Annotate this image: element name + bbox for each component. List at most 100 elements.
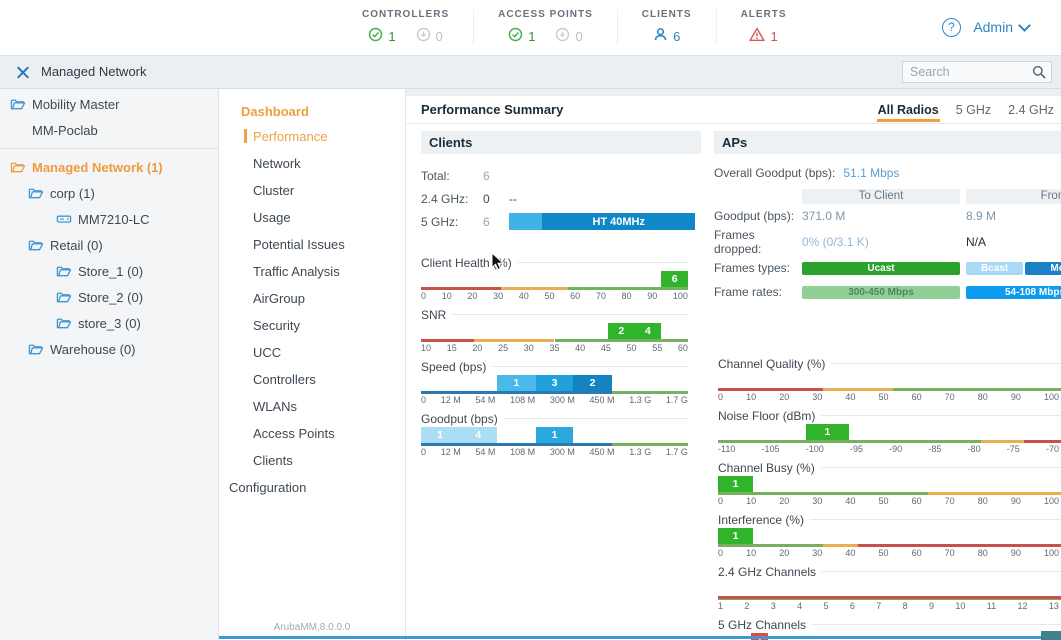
tree-item-mm7210-lc[interactable]: MM7210-LC [0,206,218,232]
axis-tick: 50 [878,547,888,559]
col-header-to-client: To Client [802,189,960,204]
table-value: 371.0 M [802,209,845,223]
axis-segment [612,391,688,394]
admin-menu[interactable]: Admin [973,19,1029,35]
to-client-cell: 371.0 M [802,209,960,223]
axis-segment [421,443,612,446]
chart-axis [421,443,688,446]
check-circle-icon [368,27,383,45]
tree-item-mm-poclab[interactable]: MM-Poclab [0,117,218,143]
stat-group-controllers[interactable]: CONTROLLERS10 [338,9,474,45]
axis-tick: 50 [544,290,554,302]
axis-segment [421,339,474,342]
bar-segment [509,213,542,230]
tree-item-label: corp (1) [50,186,95,201]
search-icon[interactable] [1032,65,1046,79]
folder-icon [28,186,44,200]
nav-item-ucc[interactable]: UCC [219,339,405,366]
nav-item-potential-issues[interactable]: Potential Issues [219,231,405,258]
horizontal-scrollbar[interactable] [219,636,1045,639]
chart-ticks: 12345678910111213 [718,600,1059,612]
nav-item-network[interactable]: Network [219,150,405,177]
chart-bar: 4 [635,323,662,339]
from-client-cell: 54-108 Mbps [966,286,1061,299]
tree-item-warehouse-0-[interactable]: Warehouse (0) [0,336,218,362]
axis-tick: 40 [575,342,585,354]
stat-value: 1 [388,29,395,44]
axis-tick: 13 [1049,600,1059,612]
top-strip [406,89,1061,96]
tree-item-retail-0-[interactable]: Retail (0) [0,232,218,258]
context-bar: Managed Network [0,56,1061,89]
client-row-suffix: -- [509,192,517,206]
help-icon[interactable]: ? [942,18,961,37]
chart-title: 2.4 GHz Channels [718,564,1061,579]
tree-item-mobility-master[interactable]: Mobility Master [0,91,218,117]
nav-item-cluster[interactable]: Cluster [219,177,405,204]
stat-item: 0 [555,27,582,45]
tab-5-ghz[interactable]: 5 GHz [955,97,992,122]
clients-column: Clients Total:62.4 GHz:0--5 GHz:6HT 40MH… [421,124,701,640]
chart-noise-floor-dbm-: Noise Floor (dBm)1-110-105-100-95-90-85-… [718,408,1061,455]
tree-item-store-2-0-[interactable]: Store_2 (0) [0,284,218,310]
axis-tick: 50 [878,495,888,507]
stat-label: ALERTS [741,9,787,20]
nav-item-airgroup[interactable]: AirGroup [219,285,405,312]
nav-item-access-points[interactable]: Access Points [219,420,405,447]
axis-tick: 80 [978,547,988,559]
axis-tick: 80 [622,290,632,302]
tree-item-label: Store_1 (0) [78,264,143,279]
nav-item-configuration[interactable]: Configuration [219,474,405,501]
nav-item-wlans[interactable]: WLANs [219,393,405,420]
chart-client-health-: Client Health (%)60102030405060708090100 [421,255,688,302]
axis-tick: 3 [771,600,776,612]
folder-icon [10,160,26,174]
axis-tick: 40 [845,495,855,507]
chart-bar: 6 [661,271,688,287]
table-row-label: Frame rates: [714,285,802,299]
tree-item-managed-network-1-[interactable]: Managed Network (1) [0,154,218,180]
axis-tick: 0 [718,391,723,403]
close-icon[interactable] [15,65,30,80]
chart-bars: 24 [421,323,688,339]
chart-bars: 132 [421,375,688,391]
tree-item-store-1-0-[interactable]: Store_1 (0) [0,258,218,284]
nav-item-performance[interactable]: Performance [219,123,405,150]
scrollbar-corner[interactable] [1041,631,1061,640]
axis-segment [893,388,1061,391]
nav-item-clients[interactable]: Clients [219,447,405,474]
client-row-value: 6 [483,169,509,183]
stat-value: 0 [436,29,443,44]
axis-tick: 100 [1044,547,1059,559]
axis-tick: 8 [903,600,908,612]
nav-item-controllers[interactable]: Controllers [219,366,405,393]
chart-title: Client Health (%) [421,255,688,270]
axis-tick: 90 [1011,391,1021,403]
axis-tick: 9 [929,600,934,612]
search-input[interactable] [903,65,1032,79]
nav-item-traffic-analysis[interactable]: Traffic Analysis [219,258,405,285]
stat-group-clients[interactable]: CLIENTS6 [618,9,717,45]
tree-item-label: Managed Network (1) [32,160,163,175]
axis-tick: 108 M [510,394,535,406]
axis-tick: 90 [1011,495,1021,507]
axis-tick: 1.3 G [629,394,651,406]
stat-group-alerts[interactable]: ALERTS1 [717,9,811,45]
stat-value: 6 [673,29,680,44]
tree-item-store-3-0-[interactable]: store_3 (0) [0,310,218,336]
nav-item-security[interactable]: Security [219,312,405,339]
chart-bar: 1 [497,375,535,391]
axis-tick: 60 [912,391,922,403]
tree-item-corp-1-[interactable]: corp (1) [0,180,218,206]
tab-all-radios[interactable]: All Radios [877,97,940,122]
axis-segment [718,596,1061,599]
chart-title: 5 GHz Channels [718,617,1061,632]
down-circle-icon [416,27,431,45]
nav-section-dashboard[interactable]: Dashboard [241,104,405,119]
axis-tick: 45 [601,342,611,354]
axis-tick: 50 [878,391,888,403]
nav-item-usage[interactable]: Usage [219,204,405,231]
tab-2-4-ghz[interactable]: 2.4 GHz [1007,97,1055,122]
stat-group-access-points[interactable]: ACCESS POINTS10 [474,9,618,45]
frame-bar: 54-108 Mbps [966,286,1061,299]
